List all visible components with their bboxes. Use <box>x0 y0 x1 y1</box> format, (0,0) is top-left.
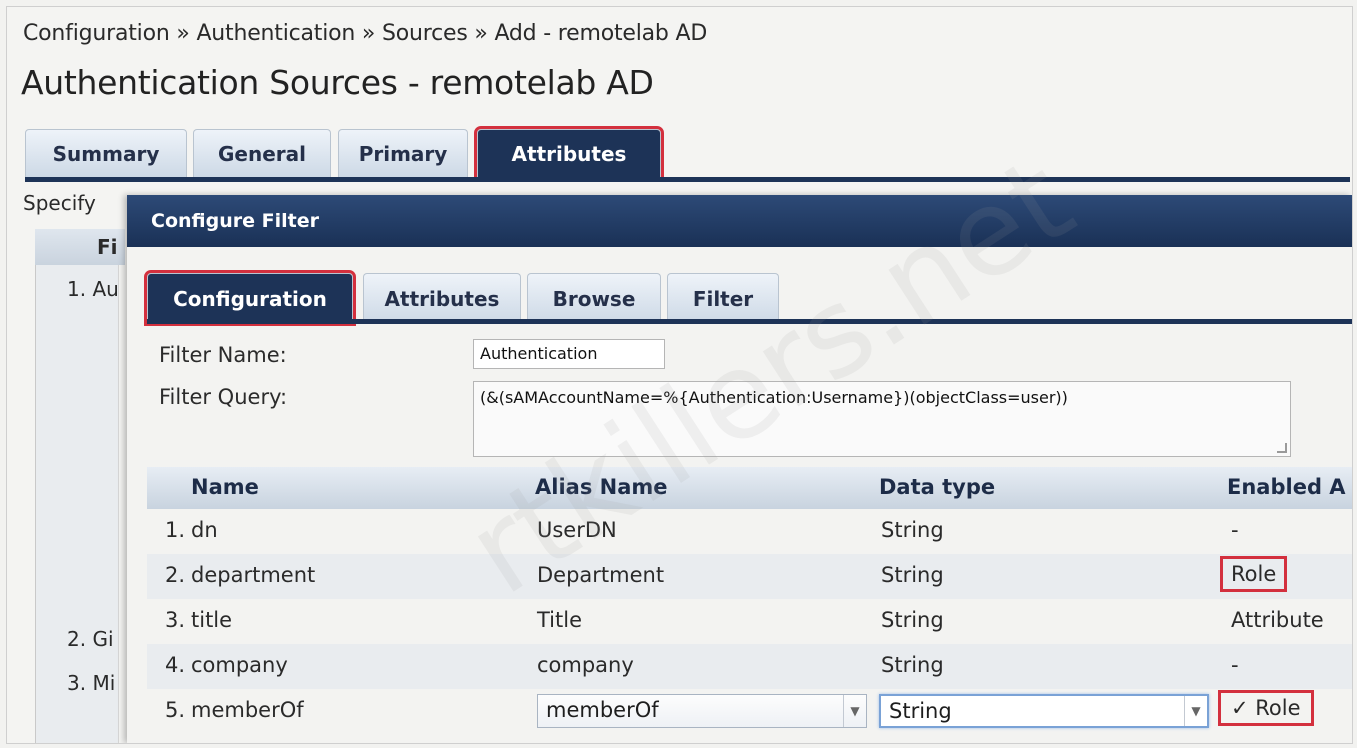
cell-name: memberOf <box>191 698 304 722</box>
table-header: Name Alias Name Data type Enabled A <box>147 467 1352 509</box>
cell-alias: Title <box>537 608 583 632</box>
dialog-title: Configure Filter <box>127 195 1352 247</box>
inner-tab-attributes[interactable]: Attributes <box>363 273 521 323</box>
inner-tab-filter[interactable]: Filter <box>667 273 779 323</box>
column-header-enabled[interactable]: Enabled A <box>1227 475 1346 499</box>
row-number: 2. <box>165 563 186 587</box>
cell-alias: Department <box>537 563 665 587</box>
cell-alias: UserDN <box>537 518 617 542</box>
cell-data-type: String <box>881 653 944 677</box>
tab-summary[interactable]: Summary <box>25 129 187 177</box>
tab-attributes[interactable]: Attributes <box>474 126 664 180</box>
filter-name-label: Filter Name: <box>159 343 287 367</box>
table-row[interactable]: 3. title Title String Attribute <box>147 599 1352 644</box>
page-title: Authentication Sources - remotelab AD <box>21 63 654 102</box>
alias-select-value: memberOf <box>546 698 659 722</box>
inner-tab-underline <box>147 319 1352 324</box>
cell-name: title <box>191 608 233 632</box>
cell-enabled-role-highlight: Role <box>1219 556 1288 592</box>
row-number: 5. <box>165 698 186 722</box>
tab-underline <box>25 177 1350 182</box>
cell-data-type: String <box>881 518 944 542</box>
inner-tab-configuration[interactable]: Configuration <box>144 270 356 326</box>
cell-data-type: String <box>881 563 944 587</box>
enabled-role-checkbox[interactable]: ✓ Role <box>1218 690 1314 726</box>
cell-name: dn <box>191 518 218 542</box>
app-frame: Configuration » Authentication » Sources… <box>6 6 1353 744</box>
resize-grip-icon[interactable] <box>1277 443 1287 453</box>
alias-select[interactable]: memberOf ▼ <box>537 694 867 728</box>
table-row[interactable]: 1. dn UserDN String - <box>147 509 1352 554</box>
background-list-header: Fi <box>35 229 125 265</box>
column-header-alias[interactable]: Alias Name <box>535 475 668 499</box>
inner-tab-browse[interactable]: Browse <box>527 273 661 323</box>
row-number: 1. <box>165 518 186 542</box>
background-row-1: 1. Au <box>67 277 119 301</box>
tab-primary[interactable]: Primary <box>338 129 468 177</box>
tab-general[interactable]: General <box>193 129 331 177</box>
cell-enabled: Attribute <box>1231 608 1324 632</box>
background-specify-text: Specify <box>23 191 96 215</box>
cell-data-type: String <box>881 608 944 632</box>
attributes-table: Name Alias Name Data type Enabled A 1. d… <box>147 467 1352 743</box>
background-list-column <box>35 229 119 743</box>
cell-name: department <box>191 563 316 587</box>
breadcrumb[interactable]: Configuration » Authentication » Sources… <box>23 21 707 46</box>
cell-enabled: - <box>1231 518 1239 542</box>
dropdown-arrow-icon[interactable]: ▼ <box>1184 696 1207 726</box>
filter-query-textarea[interactable]: (&(sAMAccountName=%{Authentication:Usern… <box>473 381 1291 457</box>
row-number: 4. <box>165 653 186 677</box>
column-header-name[interactable]: Name <box>191 475 259 499</box>
table-row-editing[interactable]: 5. memberOf memberOf ▼ String ▼ ✓ Role <box>147 689 1352 734</box>
background-row-2: 2. Gi <box>67 627 114 651</box>
filter-query-label: Filter Query: <box>159 385 288 409</box>
cell-alias: company <box>537 653 634 677</box>
data-type-select[interactable]: String ▼ <box>879 694 1209 728</box>
filter-name-input[interactable]: Authentication <box>473 339 665 369</box>
cell-name: company <box>191 653 288 677</box>
dropdown-arrow-icon[interactable]: ▼ <box>843 695 866 727</box>
table-row[interactable]: 2. department Department String Role <box>147 554 1352 599</box>
background-row-3: 3. Mi <box>67 671 116 695</box>
background-header-fragment: Fi <box>97 235 118 259</box>
data-type-select-value: String <box>889 699 952 723</box>
table-row[interactable]: 4. company company String - <box>147 644 1352 689</box>
filter-query-value: (&(sAMAccountName=%{Authentication:Usern… <box>480 388 1068 407</box>
row-number: 3. <box>165 608 186 632</box>
column-header-data-type[interactable]: Data type <box>879 475 995 499</box>
configure-filter-dialog: Configure Filter Configuration Attribute… <box>127 195 1352 743</box>
cell-enabled: - <box>1231 653 1239 677</box>
